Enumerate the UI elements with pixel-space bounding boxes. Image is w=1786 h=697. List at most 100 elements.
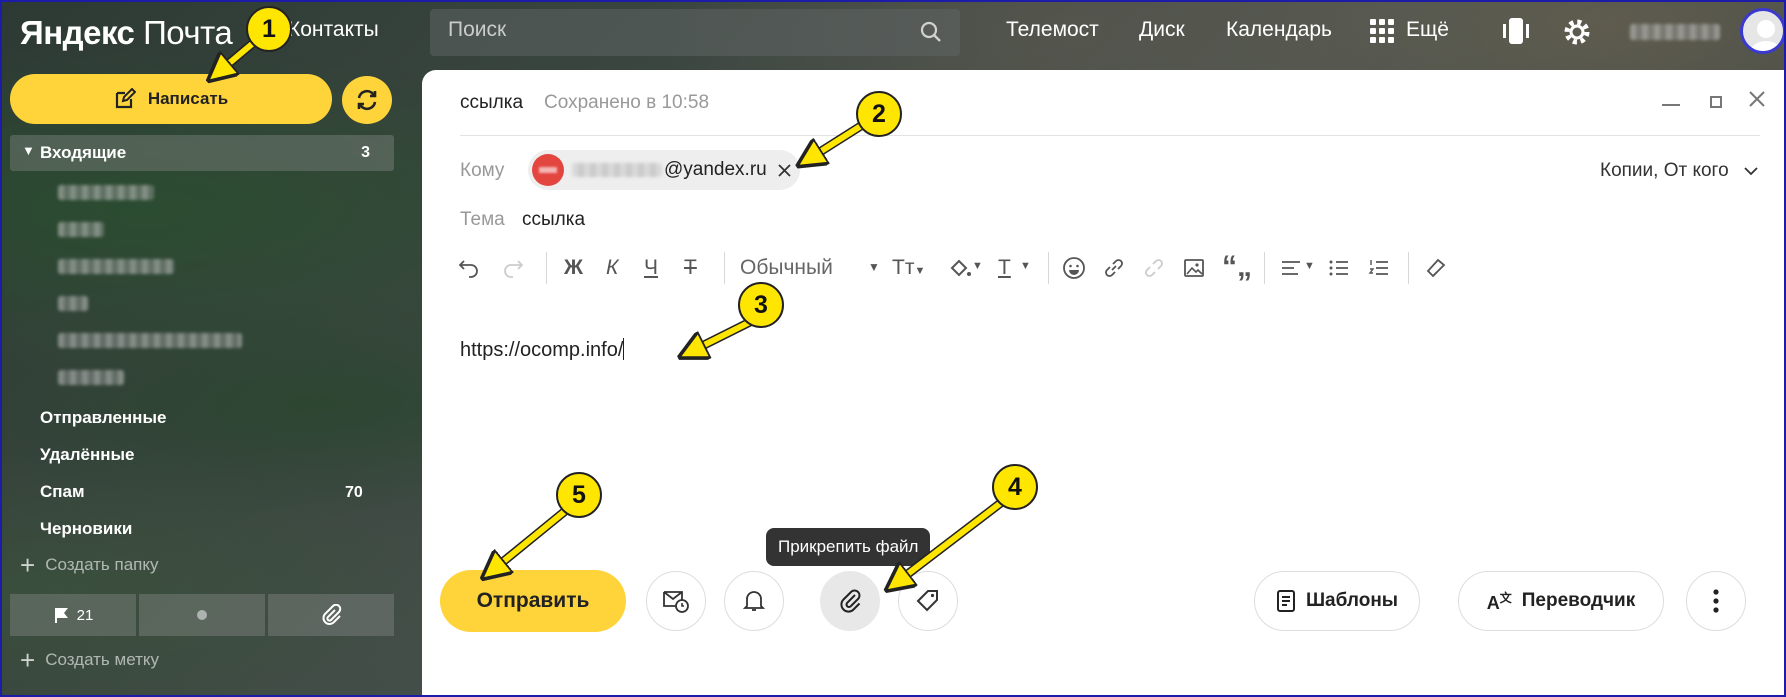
subfolder-blurred[interactable] <box>58 259 174 274</box>
compose-panel: ссылка Сохранено в 10:58 Кому @yandex.ru… <box>422 70 1784 695</box>
more-vertical-icon <box>1713 589 1719 613</box>
sidebar-item-sent[interactable]: Отправленные <box>40 408 166 428</box>
align-dropdown-icon[interactable]: ▼ <box>1304 260 1315 272</box>
message-body[interactable]: https://ocomp.info/ <box>460 338 625 362</box>
sidebar-item-inbox[interactable]: ▼ Входящие 3 <box>10 135 394 171</box>
bold-button[interactable]: Ж <box>564 256 583 280</box>
translator-button[interactable]: A文 Переводчик <box>1458 571 1664 631</box>
annotation-marker-4: 4 <box>992 464 1038 510</box>
bell-icon <box>743 591 765 611</box>
attach-tooltip: Прикрепить файл <box>766 528 931 566</box>
redo-icon[interactable] <box>502 258 524 278</box>
fill-dropdown-icon[interactable]: ▼ <box>972 260 983 272</box>
text-color-dropdown-icon[interactable]: ▼ <box>1020 260 1031 272</box>
compose-button[interactable]: Написать <box>10 74 332 124</box>
subfolder-blurred[interactable] <box>58 333 242 348</box>
phone-icon[interactable] <box>1502 16 1530 46</box>
annotation-marker-5: 5 <box>556 472 602 518</box>
remove-recipient-icon[interactable] <box>778 164 791 177</box>
flag-icon <box>54 608 68 623</box>
subfolder-blurred[interactable] <box>58 222 104 237</box>
recipient-domain: @yandex.ru <box>664 159 767 180</box>
numbered-list-icon[interactable] <box>1368 258 1390 278</box>
create-label-text: Создать метку <box>45 650 160 669</box>
user-icon <box>1750 20 1782 51</box>
cc-label: Копии, От кого <box>1600 160 1729 181</box>
plus-icon: + <box>20 550 36 580</box>
paperclip-icon <box>322 604 342 625</box>
strikethrough-button[interactable]: Т <box>684 256 697 280</box>
subject-input[interactable]: ссылка <box>522 209 585 231</box>
cc-from-toggle[interactable]: Копии, От кого <box>1600 160 1758 182</box>
undo-icon[interactable] <box>458 258 480 278</box>
reminder-button[interactable] <box>724 571 784 631</box>
underline-button[interactable]: Ч <box>644 256 658 280</box>
formatting-toolbar: Ж К Ч Т Обычный ▼ Tт▼ ▼ T ▼ “„ ▼ <box>458 236 1758 306</box>
delayed-send-button[interactable] <box>646 571 706 631</box>
compose-title: ссылка <box>460 92 524 113</box>
quote-icon[interactable]: “„ <box>1222 250 1252 284</box>
sidebar-filter-bar: 21 <box>10 594 394 636</box>
contacts-link[interactable]: Контакты <box>288 18 379 42</box>
text-style-select[interactable]: Обычный <box>740 256 833 280</box>
fill-color-icon[interactable] <box>948 256 972 280</box>
send-button[interactable]: Отправить <box>440 570 626 632</box>
subject-label: Тема <box>460 209 505 230</box>
search-icon[interactable] <box>920 21 942 43</box>
unlink-icon[interactable] <box>1142 256 1166 280</box>
screenshot-frame: Яндекс Почта Контакты Поиск Телемост Дис… <box>0 0 1786 697</box>
create-folder-link[interactable]: + Создать папку <box>20 550 159 580</box>
yandex-mail-logo[interactable]: Яндекс Почта <box>20 14 233 52</box>
align-icon[interactable] <box>1280 258 1302 278</box>
user-avatar[interactable] <box>1740 8 1784 54</box>
clear-formatting-icon[interactable] <box>1424 256 1448 280</box>
plus-icon: + <box>20 645 36 675</box>
subfolder-blurred[interactable] <box>58 370 124 385</box>
flagged-filter-button[interactable]: 21 <box>10 594 136 636</box>
text-color-icon[interactable]: T <box>998 256 1011 280</box>
minimize-icon[interactable] <box>1662 104 1680 106</box>
search-input[interactable]: Поиск <box>430 9 960 56</box>
font-size-icon[interactable]: Tт▼ <box>892 256 925 280</box>
apps-grid-icon[interactable] <box>1370 19 1394 43</box>
sidebar-item-spam[interactable]: Спам <box>40 482 85 502</box>
paperclip-icon <box>840 589 861 613</box>
templates-button[interactable]: Шаблоны <box>1254 571 1420 631</box>
create-label-link[interactable]: + Создать метку <box>20 645 160 675</box>
unread-filter-button[interactable] <box>139 594 265 636</box>
divider <box>460 135 1760 136</box>
subfolder-blurred[interactable] <box>58 185 154 200</box>
tag-icon <box>916 590 938 612</box>
emoji-icon[interactable] <box>1062 256 1086 280</box>
style-dropdown-icon[interactable]: ▼ <box>868 260 880 274</box>
sidebar-item-trash[interactable]: Удалённые <box>40 445 135 465</box>
telemost-link[interactable]: Телемост <box>1006 18 1099 42</box>
document-icon <box>1276 590 1295 612</box>
attachments-filter-button[interactable] <box>268 594 394 636</box>
chevron-down-icon <box>1744 167 1758 176</box>
templates-label: Шаблоны <box>1305 590 1399 611</box>
close-icon[interactable] <box>1748 90 1766 108</box>
maximize-icon[interactable] <box>1710 96 1722 108</box>
caret-down-icon: ▼ <box>22 143 35 158</box>
settings-gear-icon[interactable] <box>1562 17 1592 47</box>
sidebar-item-drafts[interactable]: Черновики <box>40 519 132 539</box>
bullet-list-icon[interactable] <box>1328 258 1350 278</box>
body-text: https://ocomp.info/ <box>460 339 624 361</box>
envelope-clock-icon <box>663 591 689 613</box>
create-folder-label: Создать папку <box>45 555 159 574</box>
more-link[interactable]: Ещё <box>1406 18 1449 42</box>
subfolder-blurred[interactable] <box>58 296 88 311</box>
image-icon[interactable] <box>1182 256 1206 280</box>
attach-file-button[interactable] <box>820 571 880 631</box>
translator-label: Переводчик <box>1521 590 1636 611</box>
calendar-link[interactable]: Календарь <box>1226 18 1332 42</box>
annotation-marker-2: 2 <box>856 91 902 137</box>
link-icon[interactable] <box>1102 256 1126 280</box>
more-options-button[interactable] <box>1686 571 1746 631</box>
add-label-button[interactable] <box>898 571 958 631</box>
italic-button[interactable]: К <box>606 256 618 280</box>
refresh-button[interactable] <box>342 76 392 124</box>
disk-link[interactable]: Диск <box>1139 18 1185 42</box>
recipient-chip[interactable]: @yandex.ru <box>528 150 800 190</box>
